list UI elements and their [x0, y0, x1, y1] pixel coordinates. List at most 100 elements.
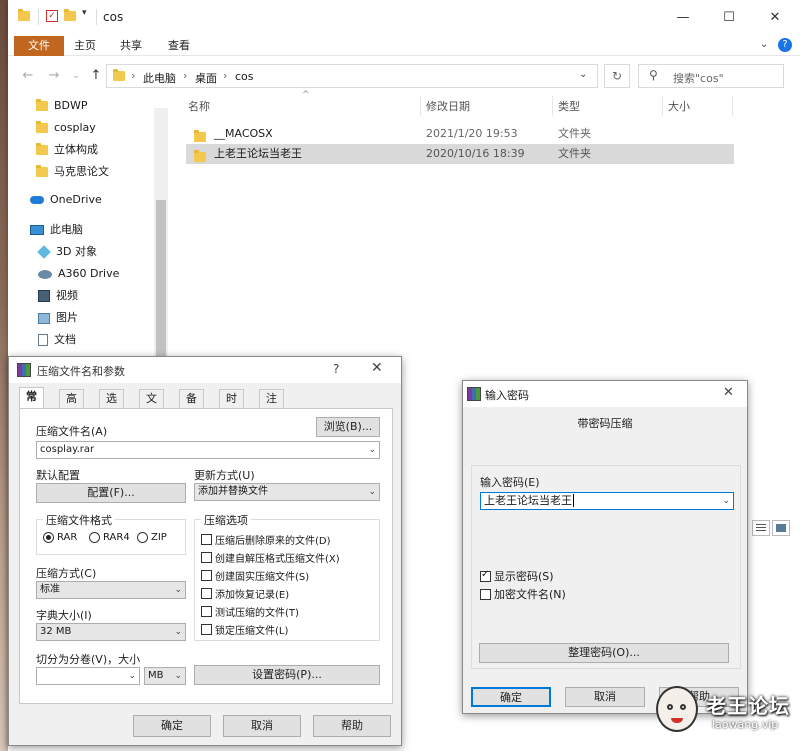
options-group: 压缩选项 压缩后删除原来的文件(D) 创建自解压格式压缩文件(X) 创建固实压缩…	[194, 512, 380, 641]
chevron-right-icon[interactable]: ›	[223, 69, 227, 82]
close-icon[interactable]: ✕	[752, 6, 798, 30]
sidebar-item-label: OneDrive	[50, 193, 102, 206]
browse-button[interactable]: 浏览(B)...	[316, 417, 380, 437]
column-date[interactable]: 修改日期	[426, 98, 470, 114]
config-button[interactable]: 配置(F)...	[36, 483, 186, 503]
sidebar-item-cosplay[interactable]: cosplay	[36, 118, 96, 138]
column-name[interactable]: 名称	[188, 98, 210, 114]
encrypt-filenames-checkbox[interactable]: 加密文件名(N)	[480, 586, 566, 602]
file-name: 上老王论坛当老王	[214, 147, 302, 160]
sidebar-item-onedrive[interactable]: OneDrive	[30, 190, 102, 210]
sidebar-item-3d-composition[interactable]: 立体构成	[36, 140, 98, 160]
archive-name-label: 压缩文件名(A)	[36, 425, 108, 438]
large-icons-view-icon[interactable]	[772, 520, 790, 536]
archive-name-input[interactable]: cosplay.rar ⌄	[36, 441, 380, 459]
chevron-down-icon[interactable]: ⌄	[722, 493, 730, 509]
sidebar-scrollbar[interactable]	[154, 108, 168, 358]
file-date: 2020/10/16 18:39	[426, 147, 525, 160]
tab-advanced[interactable]: 高级	[59, 389, 84, 423]
tab-view[interactable]: 查看	[158, 36, 200, 56]
search-box[interactable]: ⚲ 搜索"cos"	[638, 64, 784, 88]
new-folder-icon[interactable]	[64, 9, 76, 23]
chevron-down-icon[interactable]: ⌄	[128, 668, 136, 684]
tab-time[interactable]: 时间	[219, 389, 244, 423]
help-icon[interactable]: ?	[333, 362, 339, 376]
split-unit-select[interactable]: MB ⌄	[144, 667, 186, 685]
chevron-down-icon[interactable]: ▾	[82, 8, 87, 18]
update-mode-label: 更新方式(U)	[194, 469, 255, 482]
tab-comment[interactable]: 注释	[259, 389, 284, 423]
tab-share[interactable]: 共享	[110, 36, 152, 56]
format-zip-radio[interactable]: ZIP	[137, 532, 167, 544]
show-password-checkbox[interactable]: 显示密码(S)	[480, 568, 554, 584]
sidebar-item-a360[interactable]: A360 Drive	[38, 264, 119, 284]
solid-checkbox[interactable]: 创建固实压缩文件(S)	[201, 568, 309, 583]
breadcrumb-cos[interactable]: cos	[235, 70, 254, 83]
update-mode-select[interactable]: 添加并替换文件 ⌄	[194, 483, 380, 501]
sidebar-item-marx-thesis[interactable]: 马克思论文	[36, 162, 109, 182]
sfx-checkbox[interactable]: 创建自解压格式压缩文件(X)	[201, 550, 340, 565]
password-input[interactable]: 上老王论坛当老王 ⌄	[480, 492, 734, 510]
breadcrumb-desktop[interactable]: 桌面	[195, 70, 217, 86]
chevron-down-icon[interactable]: ⌄	[760, 39, 768, 50]
tab-file[interactable]: 文件	[14, 36, 64, 56]
tab-home[interactable]: 主页	[64, 36, 106, 56]
chevron-down-icon[interactable]: ⌄	[579, 69, 587, 80]
ok-button[interactable]: 确定	[133, 715, 211, 737]
cancel-button[interactable]: 取消	[565, 687, 645, 707]
search-icon: ⚲	[649, 68, 658, 82]
delete-after-checkbox[interactable]: 压缩后删除原来的文件(D)	[201, 532, 331, 547]
back-arrow-icon[interactable]: ←	[20, 68, 36, 84]
dialog-title-bar: 输入密码 ✕	[463, 381, 747, 407]
chevron-down-icon[interactable]: ⌄	[368, 442, 376, 458]
scrollbar-thumb[interactable]	[156, 200, 166, 358]
close-icon[interactable]: ✕	[371, 360, 383, 376]
chevron-down-icon[interactable]: ⌄	[174, 624, 182, 640]
sidebar-item-documents[interactable]: 文档	[38, 330, 76, 350]
set-password-button[interactable]: 设置密码(P)...	[194, 665, 380, 685]
details-view-icon[interactable]	[752, 520, 770, 536]
chevron-right-icon[interactable]: ›	[131, 69, 135, 82]
method-select[interactable]: 标准 ⌄	[36, 581, 186, 599]
tab-files[interactable]: 文件	[139, 389, 164, 423]
tab-general[interactable]: 常规	[19, 387, 44, 421]
test-files-checkbox[interactable]: 测试压缩的文件(T)	[201, 604, 299, 619]
tab-options[interactable]: 选项	[99, 389, 124, 423]
address-bar[interactable]: › 此电脑 › 桌面 › cos ⌄	[106, 64, 598, 88]
table-row[interactable]: __MACOSX 2021/1/20 19:53 文件夹	[186, 124, 734, 144]
method-value: 标准	[40, 584, 60, 595]
refresh-icon[interactable]: ↻	[604, 64, 630, 88]
tab-backup[interactable]: 备份	[179, 389, 204, 423]
format-rar4-radio[interactable]: RAR4	[89, 532, 130, 544]
maximize-icon[interactable]: ☐	[706, 6, 752, 30]
organize-passwords-button[interactable]: 整理密码(O)...	[479, 643, 729, 663]
table-row[interactable]: 上老王论坛当老王 2020/10/16 18:39 文件夹	[186, 144, 734, 164]
recovery-record-checkbox[interactable]: 添加恢复记录(E)	[201, 586, 289, 601]
split-size-input[interactable]: ⌄	[36, 667, 140, 685]
chevron-down-icon[interactable]: ⌄	[174, 668, 182, 684]
sidebar-item-this-pc[interactable]: 此电脑	[30, 220, 83, 240]
format-rar-radio[interactable]: RAR	[43, 532, 77, 544]
minimize-icon[interactable]: —	[660, 6, 706, 30]
sidebar-item-bdwp[interactable]: BDWP	[36, 96, 88, 116]
column-size[interactable]: 大小	[668, 98, 690, 114]
cancel-button[interactable]: 取消	[223, 715, 301, 737]
up-arrow-icon[interactable]: ↑	[88, 68, 104, 84]
breadcrumb-this-pc[interactable]: 此电脑	[143, 70, 176, 86]
help-icon[interactable]: ?	[778, 38, 792, 52]
ok-button[interactable]: 确定	[471, 687, 551, 707]
chevron-down-icon[interactable]: ⌄	[368, 484, 376, 500]
sidebar-item-pictures[interactable]: 图片	[38, 308, 78, 328]
properties-icon[interactable]: ✓	[46, 10, 58, 22]
sidebar-item-videos[interactable]: 视频	[38, 286, 78, 306]
sidebar-item-3d-objects[interactable]: 3D 对象	[37, 242, 97, 262]
lock-archive-checkbox[interactable]: 锁定压缩文件(L)	[201, 622, 288, 637]
chevron-right-icon[interactable]: ›	[183, 69, 187, 82]
close-icon[interactable]: ✕	[723, 385, 734, 400]
help-button[interactable]: 帮助	[313, 715, 391, 737]
chevron-down-icon[interactable]: ⌄	[68, 68, 84, 84]
column-type[interactable]: 类型	[558, 98, 580, 114]
forward-arrow-icon[interactable]: →	[46, 68, 62, 84]
chevron-down-icon[interactable]: ⌄	[174, 582, 182, 598]
dictionary-select[interactable]: 32 MB ⌄	[36, 623, 186, 641]
